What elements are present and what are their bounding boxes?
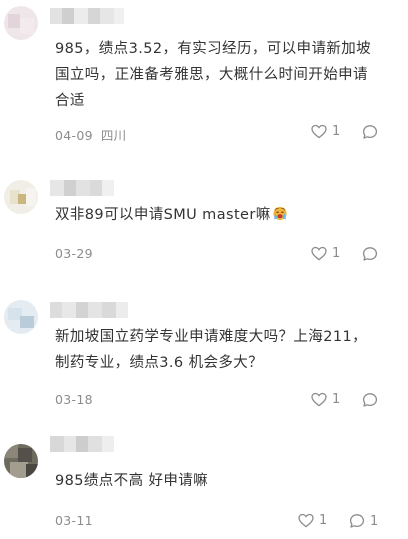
- like-count: 1: [332, 392, 341, 407]
- reply-button[interactable]: [362, 124, 383, 140]
- comment-text-line: 制药专业，绩点3.6 机会多大？: [55, 355, 264, 371]
- comment-text: 985绩点不高 好申请嘛: [55, 468, 390, 494]
- username-blurred[interactable]: [50, 436, 114, 452]
- reply-button[interactable]: 1: [349, 513, 378, 529]
- like-count: 1: [319, 513, 328, 528]
- comment-text-line: 双非89可以申请SMU master嘛: [55, 202, 390, 228]
- comment-text-line: 985，绩点3.52，有实习经历，可以申请新加坡: [55, 41, 372, 57]
- comment-date: 03-11: [55, 513, 93, 528]
- username-blurred[interactable]: [50, 180, 114, 196]
- comment-text-line: 新加坡国立药学专业申请难度大吗？上海211，: [55, 329, 367, 345]
- like-button[interactable]: 1: [298, 513, 327, 528]
- speech-bubble-icon: [362, 393, 378, 407]
- comment-list: 985，绩点3.52，有实习经历，可以申请新加坡 国立吗，正准备考雅思，大概什么…: [0, 0, 408, 539]
- comment-text-line: 国立吗，正准备考雅思，大概什么时间开始申请: [55, 67, 368, 83]
- comment-text: 双非89可以申请SMU master嘛: [55, 202, 390, 228]
- comment-date: 04-09: [55, 128, 93, 143]
- heart-outline-icon: [311, 124, 327, 139]
- comment-meta: 03-11: [55, 513, 93, 528]
- username-blurred[interactable]: [50, 8, 124, 24]
- heart-outline-icon: [311, 246, 327, 261]
- like-count: 1: [332, 246, 341, 261]
- like-button[interactable]: 1: [311, 124, 340, 139]
- comment-date: 03-29: [55, 246, 93, 261]
- crying-face-emoji: [273, 206, 287, 221]
- heart-outline-icon: [311, 392, 327, 407]
- comment-text-line: 合适: [55, 93, 85, 109]
- like-count: 1: [332, 124, 341, 139]
- reply-button[interactable]: [362, 246, 383, 262]
- comment-text-content: 双非89可以申请SMU master嘛: [55, 207, 271, 223]
- like-button[interactable]: 1: [311, 392, 340, 407]
- like-button[interactable]: 1: [311, 246, 340, 261]
- avatar[interactable]: [4, 180, 38, 214]
- speech-bubble-icon: [362, 247, 378, 261]
- comment-text: 985，绩点3.52，有实习经历，可以申请新加坡 国立吗，正准备考雅思，大概什么…: [55, 36, 390, 114]
- comment-date: 03-18: [55, 392, 93, 407]
- comment-meta: 03-29: [55, 246, 93, 261]
- comment-meta: 03-18: [55, 392, 93, 407]
- comment-meta: 04-09 四川: [55, 125, 126, 144]
- avatar[interactable]: [4, 300, 38, 334]
- reply-count: 1: [370, 513, 379, 529]
- username-blurred[interactable]: [50, 302, 128, 318]
- heart-outline-icon: [298, 513, 314, 528]
- comment-location: 四川: [100, 128, 127, 143]
- reply-button[interactable]: [362, 392, 383, 408]
- avatar[interactable]: [4, 444, 38, 478]
- speech-bubble-icon: [362, 125, 378, 139]
- comment-text-line: 985绩点不高 好申请嘛: [55, 473, 209, 489]
- speech-bubble-icon: [349, 514, 365, 528]
- comment-text: 新加坡国立药学专业申请难度大吗？上海211， 制药专业，绩点3.6 机会多大？: [55, 324, 390, 376]
- avatar[interactable]: [4, 6, 38, 40]
